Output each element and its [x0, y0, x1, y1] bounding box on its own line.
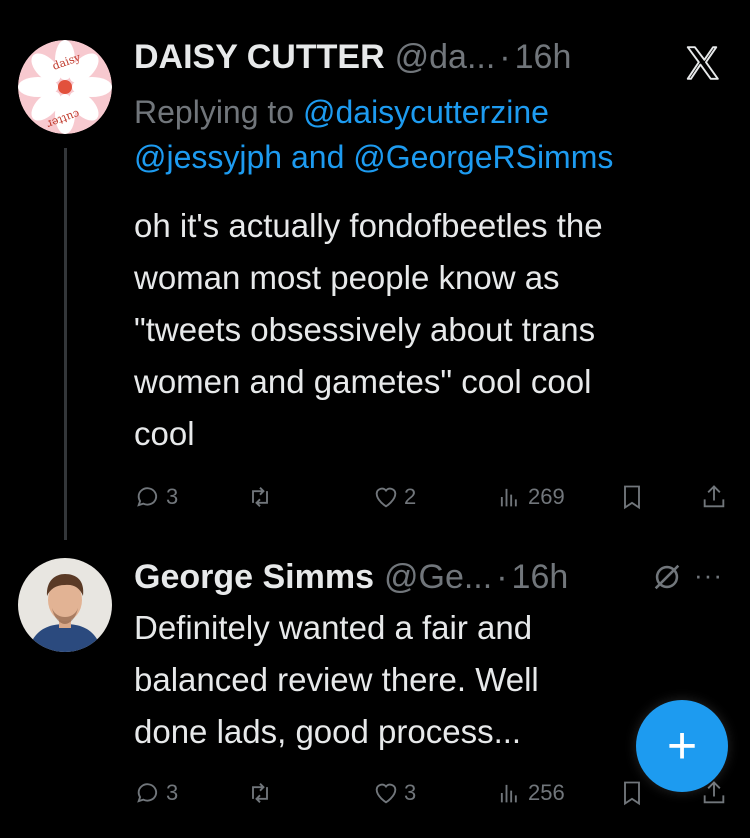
action-bar: 3 2 269: [134, 480, 734, 514]
plus-icon: +: [666, 717, 698, 775]
like-button[interactable]: 3: [372, 779, 416, 807]
share-button[interactable]: [700, 483, 732, 511]
author-name[interactable]: DAISY CUTTER: [134, 38, 385, 77]
views-icon: [500, 784, 517, 803]
reply-handle-georgersimms[interactable]: @GeorgeRSimms: [353, 139, 613, 175]
bookmark-icon: [624, 485, 640, 510]
reply-button[interactable]: 3: [134, 779, 178, 807]
tweet-text: Definitely wanted a fair and balanced re…: [134, 609, 539, 750]
author-handle[interactable]: @Ge...: [384, 558, 492, 597]
retweet-icon: [252, 487, 268, 507]
grok-icon[interactable]: [650, 560, 684, 594]
views-button[interactable]: 256: [496, 779, 565, 807]
like-count: 3: [404, 780, 417, 805]
replying-prefix: Replying to: [134, 94, 295, 130]
x-logo-icon[interactable]: [682, 44, 722, 82]
tweet-george-simms[interactable]: George Simms @Ge... · 16h ··· Definitely…: [0, 540, 750, 838]
retweet-button[interactable]: [246, 483, 278, 511]
bookmark-button[interactable]: [618, 779, 650, 807]
retweet-button[interactable]: [246, 779, 278, 807]
reply-icon: [137, 487, 158, 507]
heart-icon: [375, 783, 397, 804]
avatar-daisy-cutter[interactable]: daisy cutter: [18, 40, 112, 134]
reply-button[interactable]: 3: [134, 483, 178, 511]
avatar-george-simms[interactable]: [18, 558, 112, 652]
retweet-icon: [252, 783, 268, 803]
author-handle[interactable]: @da...: [395, 38, 496, 77]
timestamp[interactable]: 16h: [515, 38, 572, 77]
reply-and: and: [290, 139, 345, 175]
tweet-header: DAISY CUTTER @da... · 16h: [134, 38, 571, 77]
heart-icon: [375, 487, 397, 508]
reply-icon: [137, 783, 158, 803]
thread-line: [64, 148, 67, 540]
bookmark-button[interactable]: [618, 483, 650, 511]
reply-handle-daisycutterzine[interactable]: @daisycutterzine: [303, 94, 549, 130]
view-count: 269: [528, 484, 565, 509]
profile-photo: [18, 558, 112, 652]
view-count: 256: [528, 780, 565, 805]
timestamp[interactable]: 16h: [512, 558, 569, 597]
reply-count: 3: [166, 780, 179, 805]
reply-count: 3: [166, 484, 179, 509]
like-count: 2: [404, 484, 417, 509]
action-bar: 3 3 256: [134, 776, 734, 810]
compose-fab-button[interactable]: +: [636, 700, 728, 792]
views-icon: [500, 488, 517, 507]
separator-dot: ·: [496, 558, 508, 596]
replying-to: Replying to @daisycutterzine @jessyjph a…: [134, 90, 613, 180]
tweet-daisy-cutter[interactable]: daisy cutter DAISY CUTTER @da... · 16h R…: [0, 0, 750, 540]
tweet-header: George Simms @Ge... · 16h: [134, 558, 568, 597]
bookmark-icon: [624, 781, 640, 806]
share-icon: [703, 485, 725, 508]
views-button[interactable]: 269: [496, 483, 565, 511]
more-options-button[interactable]: ···: [694, 560, 723, 591]
separator-dot: ·: [499, 38, 511, 76]
like-button[interactable]: 2: [372, 483, 416, 511]
reply-handle-jessyjph[interactable]: @jessyjph: [134, 139, 282, 175]
daisy-logo-icon: daisy cutter: [18, 40, 112, 134]
author-name[interactable]: George Simms: [134, 558, 374, 597]
tweet-text: oh it's actually fondofbeetles the woman…: [134, 207, 603, 452]
